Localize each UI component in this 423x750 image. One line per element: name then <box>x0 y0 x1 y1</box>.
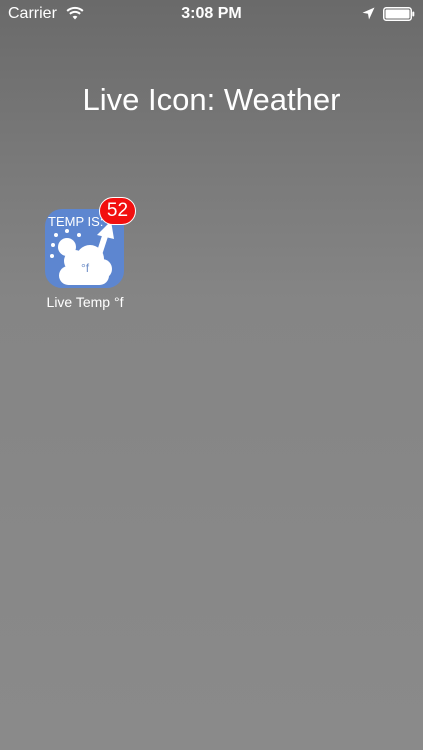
status-time: 3:08 PM <box>181 5 242 22</box>
status-bar: Carrier 3:08 PM <box>0 0 423 28</box>
battery-icon <box>383 7 415 21</box>
app-label: Live Temp °f <box>46 294 124 310</box>
page-title: Live Icon: Weather <box>82 82 341 117</box>
notification-badge: 52 <box>99 197 136 225</box>
app-icon-unit: °f <box>81 261 90 275</box>
app-icon-caption: TEMP IS: <box>48 214 104 229</box>
location-icon <box>362 7 375 20</box>
